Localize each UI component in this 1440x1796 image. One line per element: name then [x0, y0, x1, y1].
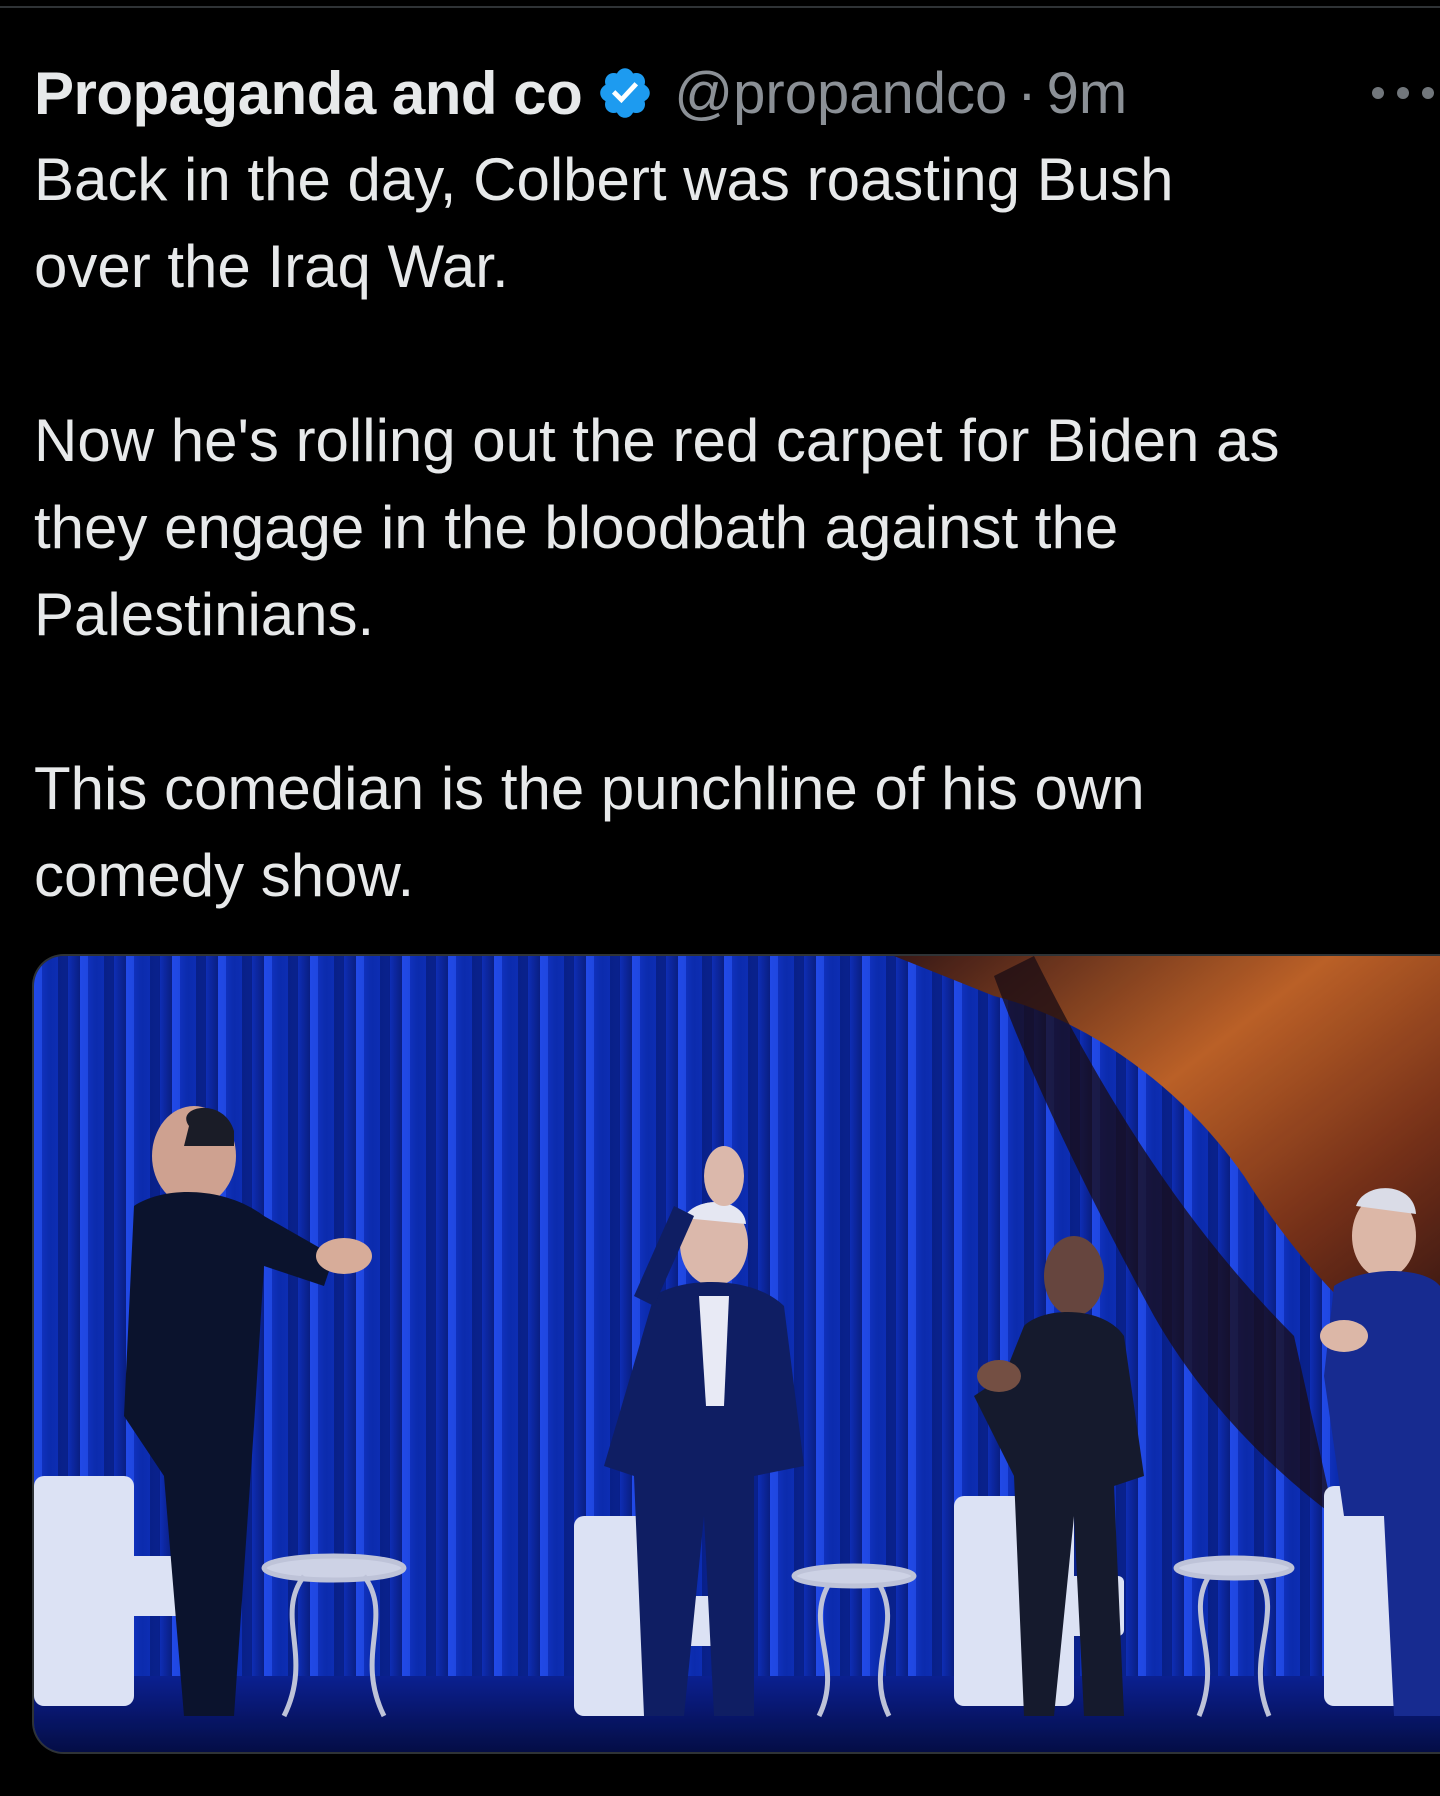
more-horizontal-icon [1372, 87, 1384, 99]
tweet-timestamp[interactable]: 9m [1047, 60, 1128, 127]
tweet-text: Back in the day, Colbert was roasting Bu… [34, 136, 1440, 919]
author-handle[interactable]: @propandco [674, 60, 1007, 127]
tweet-text-line: Now he's rolling out the red carpet for … [34, 407, 1280, 474]
tweet-header: Propaganda and co @propandco · 9m [34, 50, 1440, 136]
tweet-text-blank-line [34, 310, 1440, 397]
more-options-button[interactable] [1372, 78, 1434, 108]
tweet-text-line: Palestinians. [34, 581, 375, 648]
tweet-text-line: comedy show. [34, 842, 415, 909]
stage-photo-illustration [34, 956, 1440, 1752]
header-separator: · [1017, 60, 1037, 126]
tweet-text-line: This comedian is the punchline of his ow… [34, 755, 1145, 822]
tweet-text-line: Back in the day, Colbert was roasting Bu… [34, 146, 1174, 213]
tweet-text-line: over the Iraq War. [34, 233, 509, 300]
verified-badge-icon [600, 68, 651, 118]
tweet-text-line: they engage in the bloodbath against the [34, 494, 1119, 561]
top-divider [0, 0, 1440, 8]
more-horizontal-icon [1422, 87, 1434, 99]
more-horizontal-icon [1397, 87, 1409, 99]
author-display-name[interactable]: Propaganda and co [34, 59, 583, 128]
tweet-text-blank-line [34, 658, 1440, 745]
tweet-photo[interactable] [32, 954, 1440, 1754]
tweet[interactable]: Propaganda and co @propandco · 9m Back i… [34, 50, 1440, 919]
